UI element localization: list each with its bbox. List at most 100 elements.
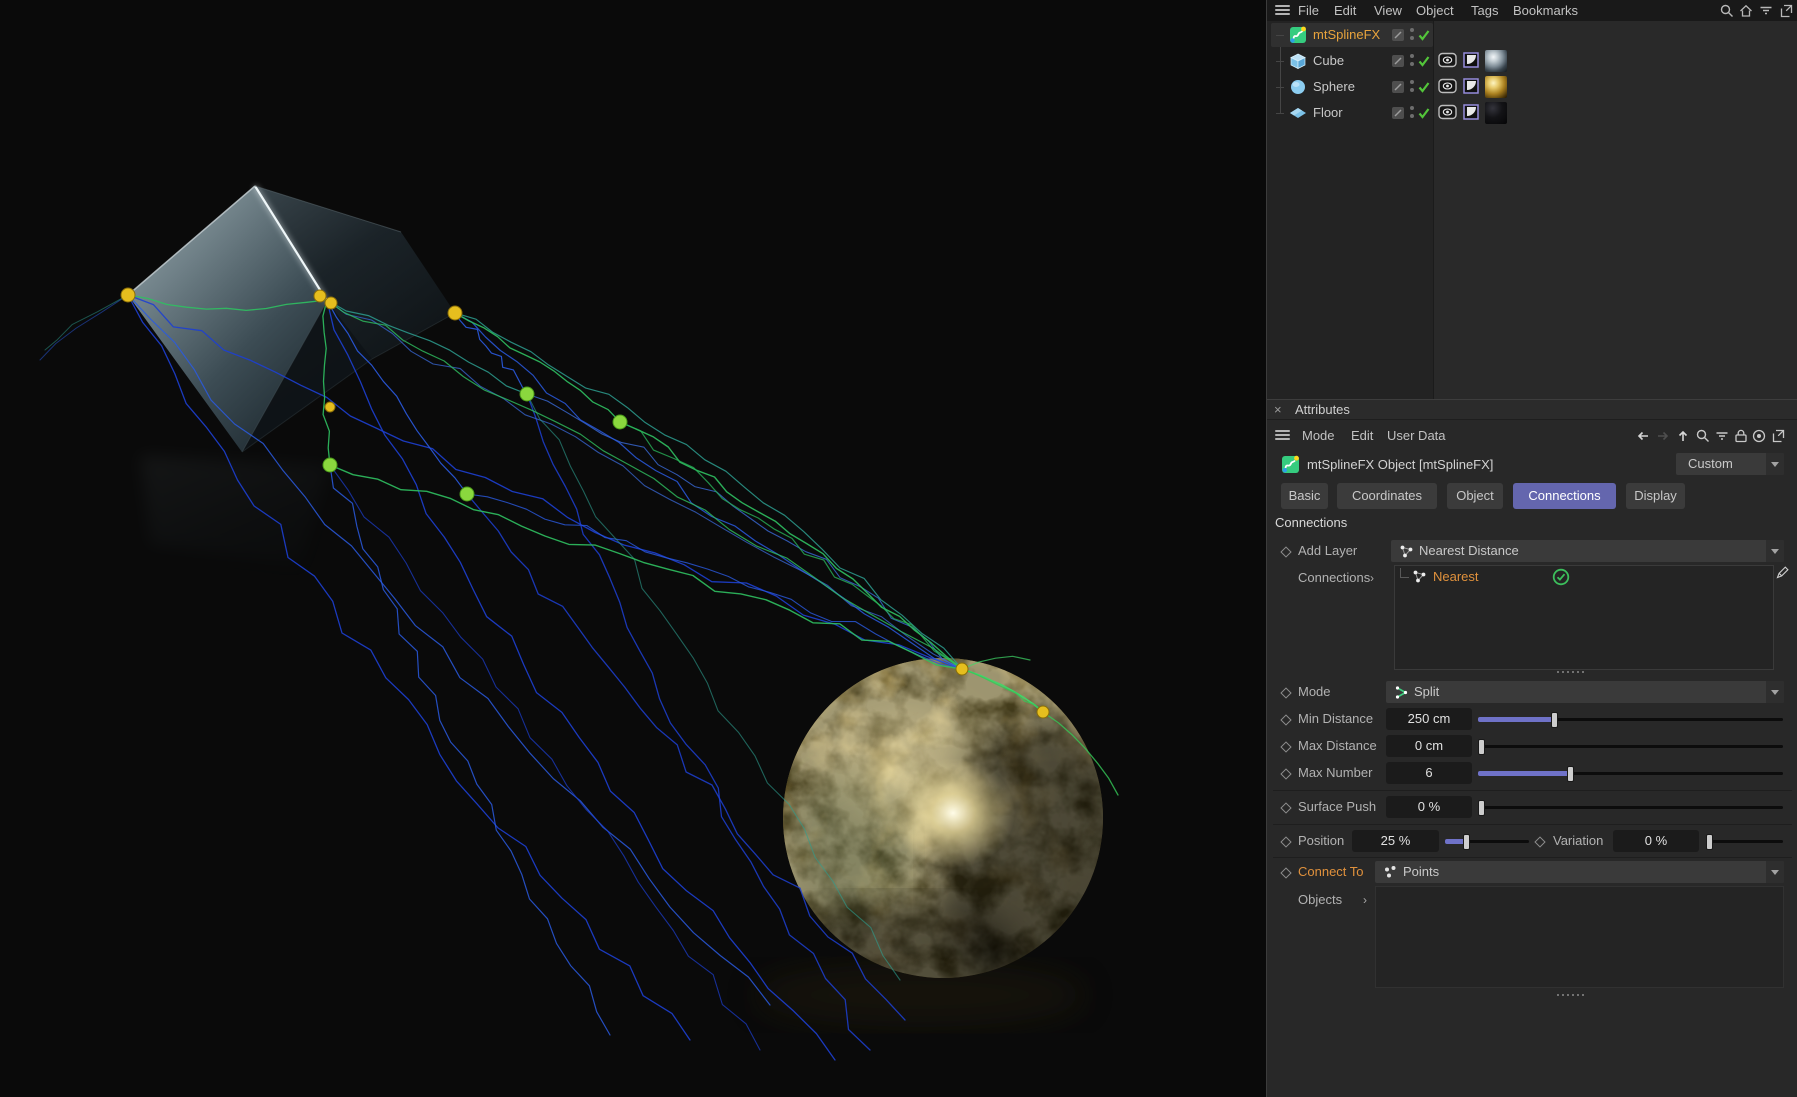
search-icon[interactable] <box>1719 3 1735 19</box>
slider-handle[interactable] <box>1706 834 1713 850</box>
vertex-point-yellow[interactable] <box>120 287 136 303</box>
preset-dropdown[interactable]: Custom <box>1676 453 1784 475</box>
position-field[interactable]: 25 % <box>1352 830 1439 852</box>
hamburger-menu-icon[interactable] <box>1275 430 1290 441</box>
menu-mode[interactable]: Mode <box>1302 421 1335 450</box>
add-layer-dropdown[interactable]: Nearest Distance <box>1391 540 1784 562</box>
keyframe-diamond-icon[interactable] <box>1280 546 1292 558</box>
menu-bookmarks[interactable]: Bookmarks <box>1513 0 1578 21</box>
menu-tags[interactable]: Tags <box>1471 0 1498 21</box>
phong-tag-icon[interactable] <box>1463 52 1479 68</box>
hamburger-menu-icon[interactable] <box>1275 5 1290 16</box>
filter-icon[interactable] <box>1714 428 1730 444</box>
chevron-down-icon[interactable] <box>1766 861 1784 883</box>
object-row-floor[interactable]: Floor <box>1267 100 1797 126</box>
menu-edit[interactable]: Edit <box>1351 421 1373 450</box>
phong-tag-icon[interactable] <box>1463 78 1479 94</box>
connection-layer-name[interactable]: Nearest <box>1433 566 1479 588</box>
object-row-cube[interactable]: Cube <box>1267 48 1797 74</box>
close-icon[interactable]: × <box>1274 400 1282 420</box>
new-window-icon[interactable] <box>1770 428 1786 444</box>
keyframe-diamond-icon[interactable] <box>1280 768 1292 780</box>
surface-push-slider[interactable] <box>1478 796 1783 818</box>
enabled-check-icon[interactable] <box>1417 80 1431 94</box>
menu-view[interactable]: View <box>1374 0 1402 21</box>
max-distance-field[interactable]: 0 cm <box>1386 735 1472 757</box>
min-distance-slider[interactable] <box>1478 708 1783 730</box>
split-point-green[interactable] <box>459 486 475 502</box>
object-row-sphere[interactable]: Sphere <box>1267 74 1797 100</box>
target-icon[interactable] <box>1751 428 1767 444</box>
chevron-down-icon[interactable] <box>1766 453 1784 475</box>
material-thumbnail-gold[interactable] <box>1485 76 1507 98</box>
menu-user-data[interactable]: User Data <box>1387 421 1446 450</box>
enabled-check-icon[interactable] <box>1417 28 1431 42</box>
arrow-right-icon[interactable] <box>1655 428 1671 444</box>
layer-badge-icon[interactable] <box>1392 29 1404 41</box>
slider-handle[interactable] <box>1478 739 1485 755</box>
connections-list[interactable]: Nearest <box>1394 565 1774 670</box>
keyframe-diamond-icon[interactable] <box>1280 802 1292 814</box>
visibility-dots-icon[interactable] <box>1409 54 1415 68</box>
visibility-dots-icon[interactable] <box>1409 28 1415 42</box>
keyframe-diamond-icon[interactable] <box>1280 714 1292 726</box>
home-icon[interactable] <box>1738 3 1754 19</box>
slider-handle[interactable] <box>1567 766 1574 782</box>
chevron-right-icon[interactable]: › <box>1363 889 1367 911</box>
search-icon[interactable] <box>1695 428 1711 444</box>
surface-push-field[interactable]: 0 % <box>1386 796 1472 818</box>
menu-object[interactable]: Object <box>1416 0 1454 21</box>
keyframe-diamond-icon[interactable] <box>1280 687 1292 699</box>
chevron-down-icon[interactable] <box>1766 540 1784 562</box>
tab-object[interactable]: Object <box>1447 483 1503 509</box>
panel-resize-handle[interactable] <box>1557 994 1597 997</box>
layer-enabled-check-icon[interactable] <box>1552 568 1570 586</box>
new-window-icon[interactable] <box>1778 3 1794 19</box>
variation-field[interactable]: 0 % <box>1613 830 1699 852</box>
variation-slider[interactable] <box>1706 830 1783 852</box>
lock-icon[interactable] <box>1733 428 1749 444</box>
tab-basic[interactable]: Basic <box>1281 483 1328 509</box>
vertex-point-yellow[interactable] <box>313 289 327 303</box>
splinefx-object-icon[interactable] <box>1288 25 1308 45</box>
slider-track[interactable] <box>1478 806 1783 809</box>
edit-pencil-icon[interactable] <box>1775 565 1790 580</box>
keyframe-diamond-icon[interactable] <box>1280 836 1292 848</box>
floor-object-icon[interactable] <box>1288 103 1308 123</box>
split-point-green[interactable] <box>519 386 535 402</box>
keyframe-diamond-icon[interactable] <box>1534 836 1546 848</box>
object-name[interactable]: Floor <box>1313 100 1343 126</box>
panel-resize-handle[interactable] <box>1557 671 1597 674</box>
material-thumbnail-black[interactable] <box>1485 102 1507 124</box>
object-name[interactable]: Sphere <box>1313 74 1355 100</box>
layer-badge-icon[interactable] <box>1392 107 1404 119</box>
slider-handle[interactable] <box>1478 800 1485 816</box>
viewport-canvas[interactable] <box>0 0 1266 1097</box>
vertex-point-yellow[interactable] <box>955 662 969 676</box>
vertex-point-yellow[interactable] <box>447 305 463 321</box>
split-point-green[interactable] <box>322 457 338 473</box>
vertex-point-yellow[interactable] <box>1036 705 1050 719</box>
split-point-green[interactable] <box>612 414 628 430</box>
arrow-up-icon[interactable] <box>1675 428 1691 444</box>
slider-track[interactable] <box>1706 840 1783 843</box>
object-row-mtsplinefx[interactable]: mtSplineFX <box>1267 22 1797 48</box>
menu-file[interactable]: File <box>1298 0 1319 21</box>
objects-list-box[interactable] <box>1375 886 1784 988</box>
arrow-left-icon[interactable] <box>1635 428 1651 444</box>
phong-tag-icon[interactable] <box>1463 104 1479 120</box>
max-distance-slider[interactable] <box>1478 735 1783 757</box>
eye-visibility-icon[interactable] <box>1438 104 1457 120</box>
position-slider[interactable] <box>1445 830 1529 852</box>
filter-icon[interactable] <box>1758 3 1774 19</box>
slider-handle[interactable] <box>1463 834 1470 850</box>
cube-object-icon[interactable] <box>1288 51 1308 71</box>
enabled-check-icon[interactable] <box>1417 106 1431 120</box>
tab-connections[interactable]: Connections <box>1513 483 1616 509</box>
sphere-object-icon[interactable] <box>1288 77 1308 97</box>
slider-track[interactable] <box>1478 745 1783 748</box>
slider-handle[interactable] <box>1551 712 1558 728</box>
keyframe-diamond-icon[interactable] <box>1280 867 1292 879</box>
layer-badge-icon[interactable] <box>1392 81 1404 93</box>
max-number-field[interactable]: 6 <box>1386 762 1472 784</box>
